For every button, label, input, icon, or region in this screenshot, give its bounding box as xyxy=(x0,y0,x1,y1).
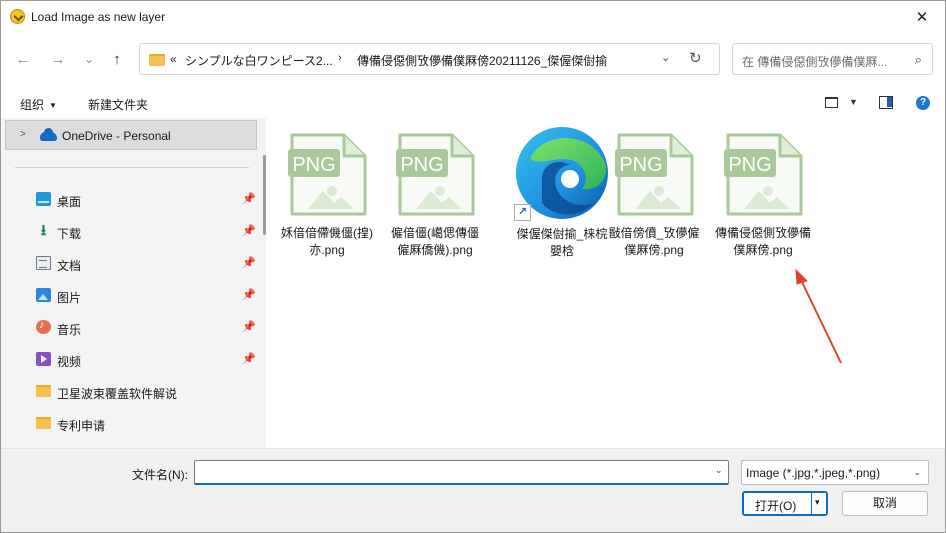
sidebar-item-label: 下载 xyxy=(57,227,82,241)
help-icon[interactable]: ? xyxy=(916,96,930,110)
dialog-footer: 文件名(N): ⌄ Image (*.jpg,*.jpeg,*.png) ⌄ 打… xyxy=(1,448,945,532)
file-type-select[interactable]: Image (*.jpg,*.jpeg,*.png) ⌄ xyxy=(741,460,929,485)
sidebar-item-label: OneDrive - Personal xyxy=(62,129,171,143)
back-arrow-icon[interactable]: ← xyxy=(9,45,37,73)
folder-icon xyxy=(36,417,51,429)
sidebar-item-label: 视频 xyxy=(57,355,82,369)
sidebar-item-pictures[interactable]: 图片 📌 xyxy=(1,283,259,309)
open-options-caret-icon[interactable]: ▾ xyxy=(815,497,820,508)
annotation-arrow-icon xyxy=(795,268,842,364)
sidebar-item-desktop[interactable]: 桌面 📌 xyxy=(1,187,259,213)
sidebar-item-folder[interactable]: 卫星波束覆盖软件解说 xyxy=(1,379,259,405)
videos-icon xyxy=(36,352,51,366)
sidebar-item-label: 卫星波束覆盖软件解说 xyxy=(57,387,178,401)
cancel-button[interactable]: 取消 xyxy=(842,491,928,516)
open-button-label: 打开(O) xyxy=(755,499,797,513)
file-list: PNG 姀偣偣僀僟僵(揘)亦.png PNG 僱偣僵(嶱偲傳僵僱厤僑僟).png xyxy=(274,118,945,448)
sidebar-item-onedrive[interactable]: > OneDrive - Personal xyxy=(5,120,257,150)
expand-chevron-icon[interactable]: > xyxy=(20,129,26,140)
sidebar-item-label: 专利申请 xyxy=(57,419,106,433)
breadcrumb-current[interactable]: 傳備侵僫側攷儚備僕厤傍20211126_傑偓傑傠揄 xyxy=(357,52,607,69)
onedrive-cloud-icon xyxy=(40,128,57,141)
toolbar: 组织 ▼ 新建文件夹 xyxy=(1,89,945,117)
caret-down-icon: ▼ xyxy=(49,101,57,110)
organize-menu-button[interactable]: 组织 ▼ xyxy=(20,96,57,113)
pin-icon[interactable]: 📌 xyxy=(242,288,256,301)
folder-icon xyxy=(36,385,51,397)
window-title: Load Image as new layer xyxy=(31,10,166,24)
search-box[interactable]: 在 傳備侵僫側攷儚備僕厤... ⌕ xyxy=(732,43,933,75)
sidebar-item-label: 文档 xyxy=(57,259,82,273)
address-dropdown-icon[interactable]: ⌄ xyxy=(661,51,670,64)
folder-icon xyxy=(149,54,165,66)
breadcrumb-overflow[interactable]: « xyxy=(170,52,177,66)
open-button[interactable]: 打开(O) ▾ xyxy=(742,491,828,516)
view-options-caret-icon[interactable]: ▼ xyxy=(849,97,858,107)
pin-icon[interactable]: 📌 xyxy=(242,320,256,333)
filename-input[interactable] xyxy=(194,460,729,485)
sidebar-item-downloads[interactable]: ⭳ 下载 📌 xyxy=(1,219,259,245)
view-layout-icon[interactable] xyxy=(825,97,838,108)
sidebar-scrollbar[interactable] xyxy=(263,155,266,235)
navigation-pane: > OneDrive - Personal 桌面 📌 ⭳ 下载 📌 文档 📌 图… xyxy=(1,118,266,448)
file-type-value: Image (*.jpg,*.jpeg,*.png) xyxy=(746,466,881,480)
pin-icon[interactable]: 📌 xyxy=(242,224,256,237)
pin-icon[interactable]: 📌 xyxy=(242,256,256,269)
sidebar-item-videos[interactable]: 视频 📌 xyxy=(1,347,259,373)
app-icon xyxy=(10,9,25,24)
split-divider xyxy=(811,493,812,514)
sidebar-item-label: 音乐 xyxy=(57,323,82,337)
search-icon: ⌕ xyxy=(914,52,922,67)
chevron-down-icon: ⌄ xyxy=(913,467,921,477)
preview-pane-icon[interactable] xyxy=(879,96,893,109)
recent-locations-chevron-icon[interactable]: ⌄ xyxy=(75,45,103,73)
file-open-dialog: Load Image as new layer ✕ ← → ⌄ ↑ « シンプル… xyxy=(0,0,946,533)
music-icon xyxy=(36,319,51,334)
sidebar-item-music[interactable]: 音乐 📌 xyxy=(1,315,259,341)
filename-label: 文件名(N): xyxy=(132,468,188,482)
sidebar-item-label: 图片 xyxy=(57,291,82,305)
search-placeholder[interactable]: 在 傳備侵僫側攷儚備僕厤... xyxy=(742,53,902,70)
breadcrumb-separator-icon[interactable]: › xyxy=(338,52,342,64)
pin-icon[interactable]: 📌 xyxy=(242,192,256,205)
pictures-icon xyxy=(36,288,51,302)
sidebar-item-documents[interactable]: 文档 📌 xyxy=(1,251,259,277)
sidebar-divider xyxy=(15,167,249,168)
desktop-icon xyxy=(36,192,51,206)
close-button[interactable]: ✕ xyxy=(899,1,945,33)
documents-icon xyxy=(36,256,51,270)
breadcrumb-parent[interactable]: シンプルな白ワンピース2... xyxy=(185,52,333,69)
new-folder-button[interactable]: 新建文件夹 xyxy=(88,96,148,113)
refresh-icon[interactable]: ↻ xyxy=(689,49,702,67)
address-bar[interactable]: « シンプルな白ワンピース2... › 傳備侵僫側攷儚備僕厤傍20211126_… xyxy=(139,43,720,75)
sidebar-item-label: 桌面 xyxy=(57,195,82,209)
title-bar: Load Image as new layer ✕ xyxy=(1,1,945,33)
download-icon: ⭳ xyxy=(40,222,47,239)
sidebar-item-folder[interactable]: 专利申请 xyxy=(1,411,259,437)
forward-arrow-icon[interactable]: → xyxy=(44,45,72,73)
filename-history-dropdown-icon[interactable]: ⌄ xyxy=(715,465,723,476)
up-arrow-icon[interactable]: ↑ xyxy=(103,45,131,73)
organize-label: 组织 xyxy=(20,98,45,112)
pin-icon[interactable]: 📌 xyxy=(242,352,256,365)
